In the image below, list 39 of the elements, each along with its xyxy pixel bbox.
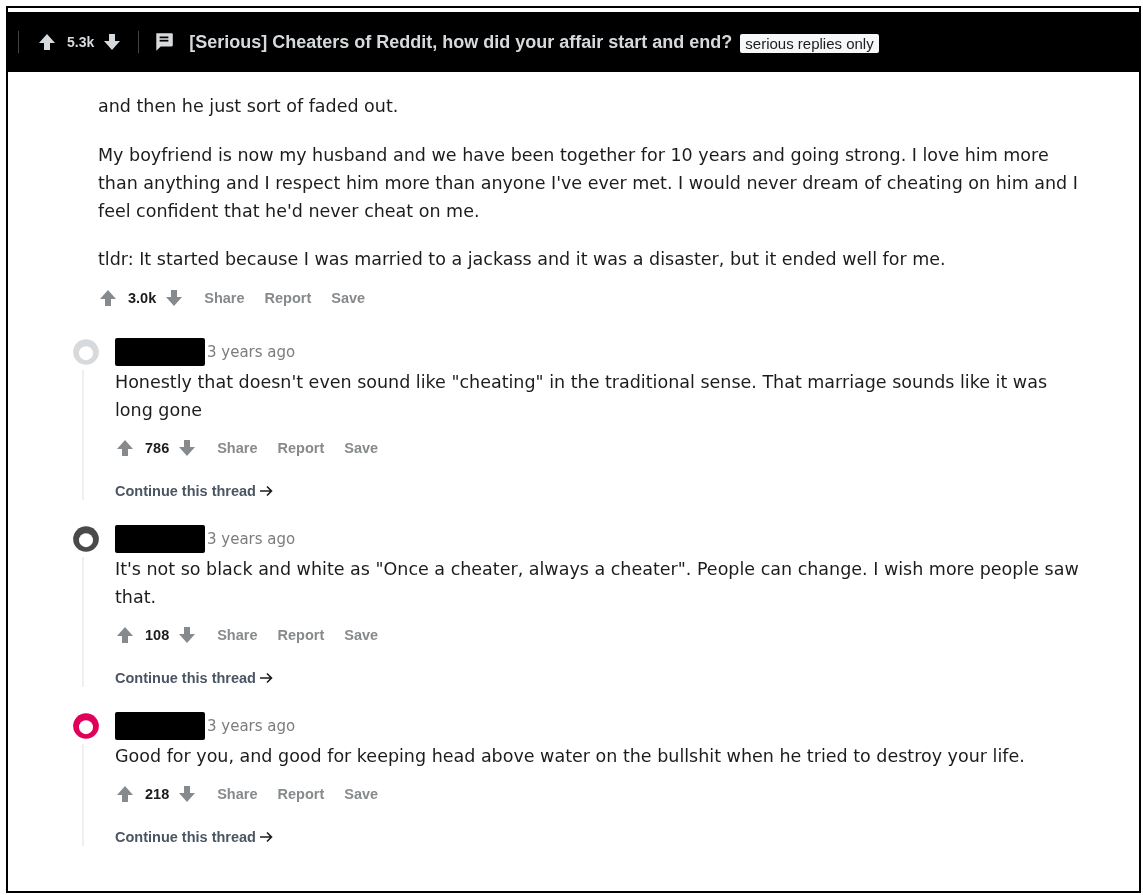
action-button[interactable]: Report bbox=[271, 438, 331, 458]
vote-score: 3.0k bbox=[128, 290, 157, 306]
comment-text: It's not so black and white as "Once a cheater, always a cheater". People can change. I wish more people saw that. bbox=[115, 558, 1080, 609]
vote-score: 108 bbox=[145, 627, 170, 643]
downvote-icon[interactable] bbox=[102, 32, 123, 52]
action-button[interactable]: Save bbox=[338, 784, 385, 804]
continue-thread-link[interactable]: Continue this thread bbox=[115, 669, 274, 687]
post-score: 5.3k bbox=[67, 34, 95, 50]
action-button[interactable]: Share bbox=[211, 438, 264, 458]
arrow-right-icon bbox=[258, 670, 274, 686]
action-button[interactable]: Share bbox=[211, 625, 264, 645]
comment-text: Honestly that doesn't even sound like "cheating" in the traditional sense. That marriage sounds like it was long gone bbox=[115, 371, 1048, 422]
arrow-right-icon bbox=[258, 829, 274, 845]
action-button[interactable]: Report bbox=[271, 784, 331, 804]
comment-text: Good for you, and good for keeping head above water on the bullshit when he tried to destroy your life. bbox=[115, 745, 1026, 768]
upvote-icon[interactable] bbox=[37, 32, 57, 52]
comment-icon bbox=[153, 31, 176, 53]
vote-score: 218 bbox=[145, 786, 170, 802]
comment-time: 3 years ago bbox=[207, 343, 296, 361]
vote-score: 786 bbox=[145, 440, 170, 456]
action-button[interactable]: Save bbox=[338, 625, 385, 645]
action-button[interactable]: Save bbox=[325, 288, 372, 308]
action-button[interactable]: Report bbox=[271, 625, 331, 645]
flair-tag: serious replies only bbox=[740, 34, 879, 53]
comment-text: tldr: It started because I was married to a jackass and it was a disaster, but it ended well for me. bbox=[98, 248, 947, 271]
avatar-icon[interactable] bbox=[72, 525, 100, 553]
post-title[interactable]: [Serious] Cheaters of Reddit, how did your affair start and end? bbox=[189, 31, 733, 53]
avatar-icon[interactable] bbox=[72, 712, 100, 740]
comment-text: My boyfriend is now my husband and we have been together for 10 years and going strong. I love him more than anything and I respect him more than anyone I've ever met. I would never dream of cheating on him and I feel confident that he'd never cheat on me. bbox=[98, 144, 1079, 223]
action-button[interactable]: Report bbox=[258, 288, 318, 308]
continue-thread-link[interactable]: Continue this thread bbox=[115, 482, 274, 500]
comment-time: 3 years ago bbox=[207, 717, 296, 735]
comment-time: 3 years ago bbox=[207, 530, 296, 548]
action-button[interactable]: Share bbox=[198, 288, 251, 308]
comment-text: and then he just sort of faded out. bbox=[98, 95, 400, 118]
action-button[interactable]: Share bbox=[211, 784, 264, 804]
arrow-right-icon bbox=[258, 483, 274, 499]
action-button[interactable]: Save bbox=[338, 438, 385, 458]
continue-thread-link[interactable]: Continue this thread bbox=[115, 828, 274, 846]
